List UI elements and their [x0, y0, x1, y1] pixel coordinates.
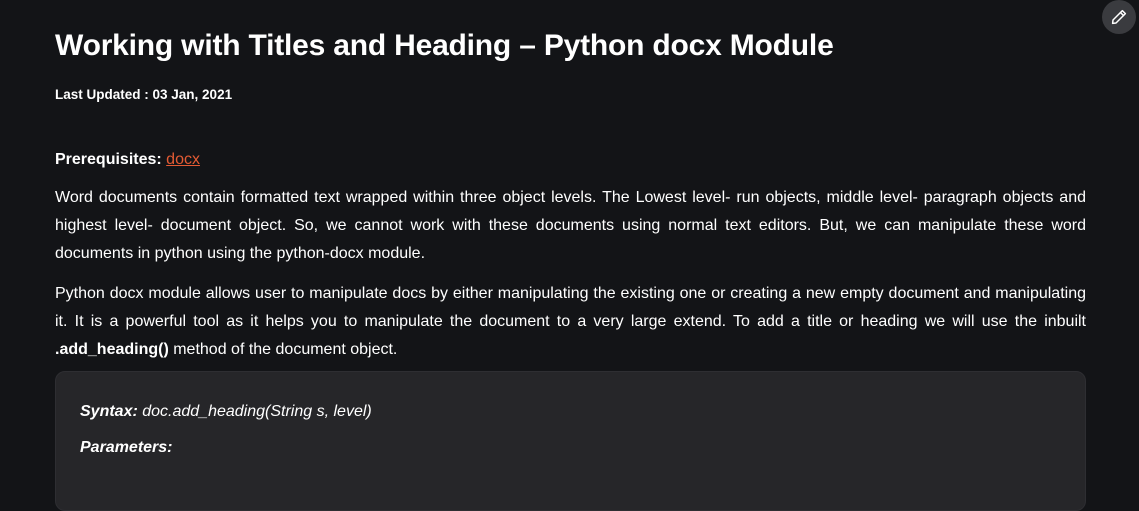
prerequisites-label: Prerequisites: — [55, 151, 162, 168]
parameters-label: Parameters: — [80, 439, 173, 456]
paragraph-docx-module: Python docx module allows user to manipu… — [55, 280, 1086, 364]
last-updated: Last Updated : 03 Jan, 2021 — [55, 86, 232, 104]
syntax-text: doc.add_heading(String s, level) — [137, 403, 372, 420]
pencil-icon — [1110, 8, 1128, 26]
syntax-box: Syntax: doc.add_heading(String s, level)… — [55, 371, 1086, 511]
prerequisites-link[interactable]: docx — [166, 151, 200, 168]
syntax-line: Syntax: doc.add_heading(String s, level) — [80, 400, 372, 424]
method-name: .add_heading() — [55, 341, 169, 358]
edit-button[interactable] — [1102, 0, 1136, 34]
paragraph-text: Python docx module allows user to manipu… — [55, 285, 1086, 330]
last-updated-label: Last Updated : — [55, 87, 153, 102]
paragraph-intro: Word documents contain formatted text wr… — [55, 189, 1086, 262]
prerequisites: Prerequisites: docx — [55, 148, 200, 172]
syntax-label: Syntax: — [80, 403, 138, 420]
paragraph-text-end: method of the document object. — [168, 341, 398, 358]
last-updated-date: 03 Jan, 2021 — [152, 87, 233, 102]
page-title: Working with Titles and Heading – Python… — [55, 29, 834, 62]
